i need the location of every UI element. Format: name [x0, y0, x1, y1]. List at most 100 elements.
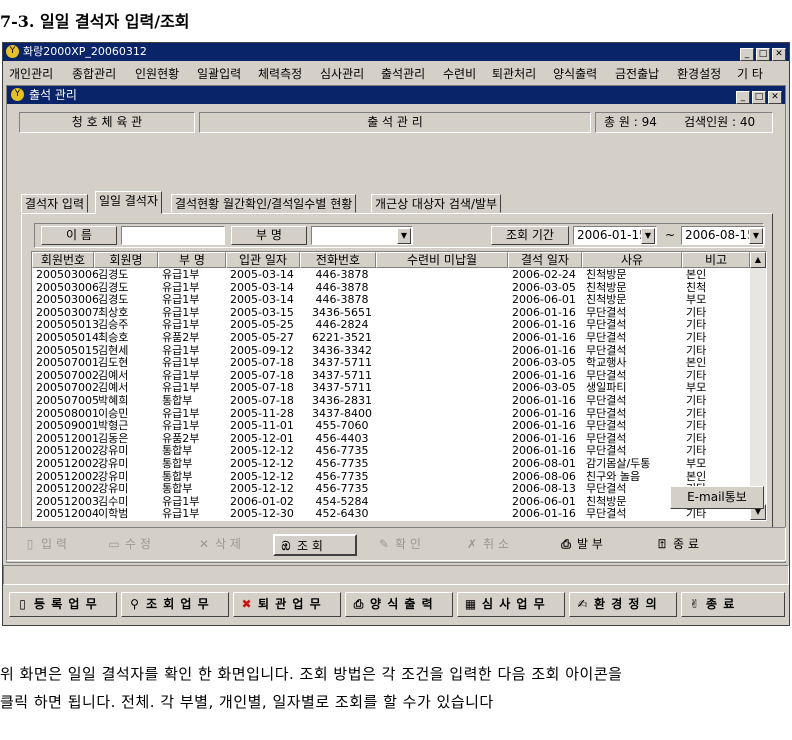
settings-person-icon: ✍ [577, 597, 589, 611]
withdraw-work-button[interactable]: ✖ 퇴 관 업 무 [233, 592, 341, 617]
minimize-icon[interactable]: _ [740, 48, 754, 61]
menu-settings[interactable]: 환경설정 [677, 65, 721, 82]
column-header-member-no[interactable]: 회원번호 [32, 252, 94, 268]
cell-dept: 유급1부 [162, 293, 200, 307]
menu-fitness[interactable]: 체력측정 [258, 65, 302, 82]
cancel-button[interactable]: ✗ 취 소 [461, 534, 541, 556]
table-row[interactable]: 200512002 강유미 통합부 2005-12-12 456-7735 2006-08… [32, 457, 750, 470]
menu-tuition[interactable]: 수련비 [443, 65, 476, 82]
date-to-select[interactable]: 2006-08-15 ▼ [681, 226, 765, 245]
chevron-down-icon[interactable]: ▼ [749, 228, 763, 244]
column-header-unpaid-month[interactable]: 수련비 미납월 [376, 252, 508, 268]
exit-button[interactable]: ⍐ 종 료 [651, 534, 731, 556]
cell-phone: 456-4403 [315, 431, 369, 445]
menu-headcount[interactable]: 인원현황 [135, 65, 179, 82]
column-header-member-name[interactable]: 회원명 [94, 252, 158, 268]
table-row[interactable]: 200505013 김승주 유급1부 2005-05-25 446-2824 2006-0… [32, 318, 750, 331]
confirm-button[interactable]: ✎ 확 인 [373, 534, 451, 556]
query-work-button[interactable]: ⚲ 조 회 업 무 [121, 592, 229, 617]
cell-dept: 통합부 [162, 482, 193, 496]
column-header-phone[interactable]: 전화번호 [300, 252, 376, 268]
tab-absentee-input[interactable]: 결석자 입력 [21, 194, 89, 213]
issue-button[interactable]: ⎙ 발 부 [555, 534, 635, 556]
scroll-up-icon[interactable]: ▲ [750, 252, 766, 268]
table-row[interactable]: 200512004 이학범 유급1부 2005-12-30 452-6430 2006-0… [32, 507, 750, 520]
period-label: 조회 기간 [491, 226, 569, 245]
tab-perfect-attendance[interactable]: 개근상 대상자 검색/발부 [371, 194, 502, 213]
menu-overall[interactable]: 종합관리 [72, 65, 116, 82]
table-row[interactable]: 200507005 박혜희 통합부 2005-07-18 3436-2831 2006-0… [32, 394, 750, 407]
table-row[interactable]: 200512003 김수미 유급1부 2006-01-02 454-5284 2006-0… [32, 495, 750, 508]
grid-scrollbar[interactable]: ▲ ▼ [750, 252, 766, 520]
table-row[interactable]: 200507001 김도현 유급1부 2005-07-18 3437-5711 2006-… [32, 356, 750, 369]
table-row[interactable]: 200512002 강유미 통합부 2005-12-12 456-7735 2006-08… [32, 470, 750, 483]
column-header-reason[interactable]: 사유 [582, 252, 682, 268]
name-input[interactable] [121, 226, 225, 245]
cell-absence-date: 2006-01-16 [512, 419, 576, 433]
column-header-join-date[interactable]: 입관 일자 [226, 252, 300, 268]
maximize-icon[interactable]: □ [752, 91, 766, 104]
attendance-titlebar[interactable]: 출석 관리 [7, 86, 785, 104]
app-titlebar[interactable]: 화랑2000XP_20060312 [3, 43, 789, 61]
form-output-button[interactable]: ⎙ 양 식 출 력 [345, 592, 453, 617]
table-row[interactable]: 200508001 이승민 유급1부 2005-11-28 3437-8400 2006-… [32, 407, 750, 420]
menu-etc[interactable]: 기 타 [737, 65, 763, 82]
menu-withdrawal[interactable]: 퇴관처리 [492, 65, 536, 82]
column-header-note[interactable]: 비고 [682, 252, 750, 268]
input-button[interactable]: ▯ 입 력 [19, 534, 99, 556]
table-row[interactable]: 200512002 강유미 통합부 2005-12-12 456-7735 2006-01… [32, 444, 750, 457]
minimize-icon[interactable]: _ [736, 91, 750, 104]
input-button-label: 입 력 [41, 537, 67, 551]
table-row[interactable]: 200503006 김경도 유급1부 2005-03-14 446-3878 2006-0… [32, 281, 750, 294]
review-work-button[interactable]: ▦ 심 사 업 무 [457, 592, 565, 617]
cell-note: 기타 [686, 368, 707, 382]
menu-form-output[interactable]: 양식출력 [553, 65, 597, 82]
menu-batch-input[interactable]: 일괄입력 [197, 65, 241, 82]
cell-note: 기타 [686, 419, 707, 433]
search-button[interactable]: ඹ조 회 [273, 534, 357, 556]
edit-button[interactable]: ▭ 수 정 [103, 534, 187, 556]
environment-settings-button[interactable]: ✍ 환 경 정 의 [569, 592, 677, 617]
cell-absence-date: 2006-01-16 [512, 406, 576, 420]
maximize-icon[interactable]: □ [756, 48, 770, 61]
column-header-dept[interactable]: 부 명 [158, 252, 226, 268]
chevron-down-icon[interactable]: ▼ [641, 228, 655, 244]
menu-review[interactable]: 심사관리 [320, 65, 364, 82]
cell-member-no: 200505013 [36, 318, 98, 332]
close-icon[interactable]: ✕ [772, 48, 786, 61]
table-row[interactable]: 200512001 김동은 유품2부 2005-12-01 456-4403 2006-0… [32, 432, 750, 445]
table-row[interactable]: 200503007 최상호 유급1부 2005-03-15 3436-5651 2006-… [32, 306, 750, 319]
table-row[interactable]: 200512002 강유미 통합부 2005-12-12 456-7735 2006-08… [32, 482, 750, 495]
date-from-select[interactable]: 2006-01-15 ▼ [573, 226, 657, 245]
cell-member-name: 김경도 [98, 293, 129, 307]
cell-join-date: 2005-09-12 [230, 343, 294, 357]
menu-cashbook[interactable]: 금전출납 [615, 65, 659, 82]
column-header-absence-date[interactable]: 결석 일자 [508, 252, 582, 268]
cell-reason: 무단결석 [586, 444, 627, 458]
cell-phone: 446-2824 [315, 318, 369, 332]
cell-dept: 유급1부 [162, 494, 200, 508]
cell-dept: 유급1부 [162, 381, 200, 395]
table-row[interactable]: 200505014 최승호 유품2부 2005-05-27 6221-3521 2006-… [32, 331, 750, 344]
menu-attendance[interactable]: 출석관리 [381, 65, 425, 82]
email-notify-button[interactable]: E-mail통보 [670, 486, 764, 509]
close-icon[interactable]: ✕ [768, 91, 782, 104]
cell-join-date: 2006-01-02 [230, 494, 294, 508]
tab-daily-absentees[interactable]: 일일 결석자 [95, 191, 163, 214]
delete-button[interactable]: ✕ 삭 제 [193, 534, 269, 556]
table-row[interactable]: 200507002 김예서 유급1부 2005-07-18 3437-5711 2006-… [32, 381, 750, 394]
cell-phone: 3437-5711 [312, 356, 372, 370]
table-row[interactable]: 200503006 김경도 유급1부 2005-03-14 446-3878 2006-0… [32, 293, 750, 306]
table-row[interactable]: 200505015 김현세 유급1부 2005-09-12 3436-3342 2006-… [32, 344, 750, 357]
table-row[interactable]: 200509001 박형근 유급1부 2005-11-01 455-7060 2006-0… [32, 419, 750, 432]
dept-select[interactable]: ▼ [311, 226, 413, 245]
menu-personal[interactable]: 개인관리 [9, 65, 53, 82]
quit-button[interactable]: ✌ 종 료 [681, 592, 785, 617]
cell-note: 기타 [686, 394, 707, 407]
register-work-button[interactable]: ▯ 등 록 업 무 [9, 592, 117, 617]
table-row[interactable]: 200503006 김경도 유급1부 2005-03-14 446-3878 2006-0… [32, 268, 750, 281]
date-to-value: 2006-08-15 [685, 228, 755, 242]
table-row[interactable]: 200507002 김예서 유급1부 2005-07-18 3437-5711 2006-… [32, 369, 750, 382]
tab-monthly-status[interactable]: 결석현황 월간확인/결석일수별 현황 [171, 194, 357, 213]
chevron-down-icon[interactable]: ▼ [397, 228, 411, 244]
